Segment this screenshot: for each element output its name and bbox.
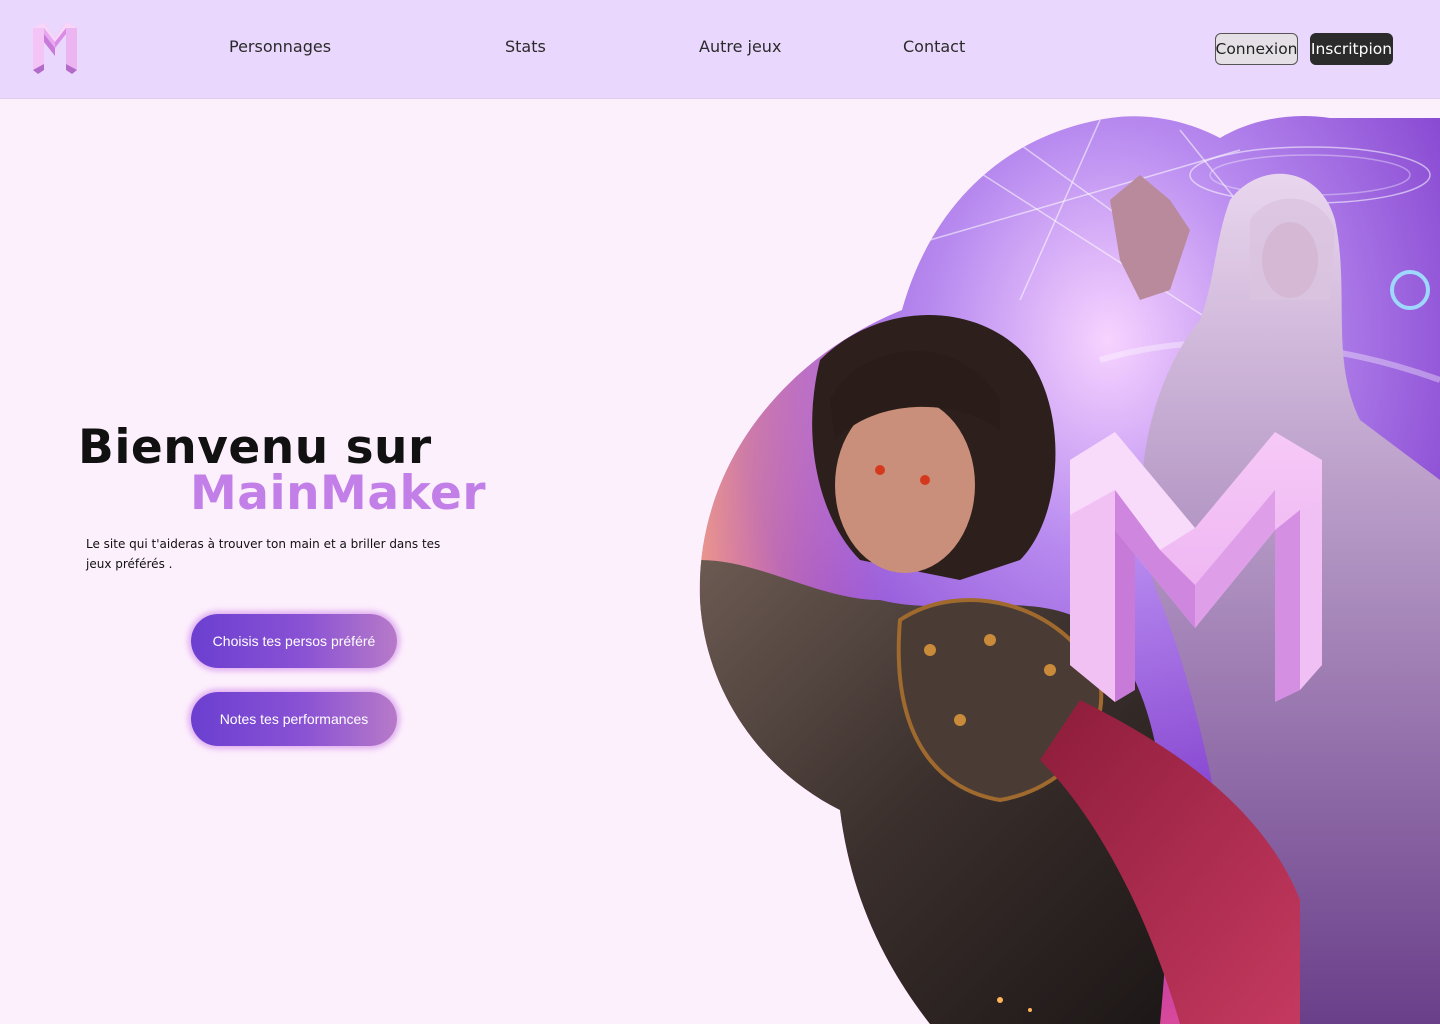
login-button[interactable]: Connexion — [1215, 33, 1298, 65]
hero-title-brand: MainMaker — [190, 466, 487, 521]
nav-contact[interactable]: Contact — [903, 37, 965, 56]
mainmaker-logo-icon[interactable] — [30, 20, 80, 74]
signup-button[interactable]: Inscritpion — [1310, 33, 1393, 65]
top-navbar: Personnages Stats Autre jeux Contact Con… — [0, 0, 1440, 99]
choose-characters-button[interactable]: Choisis tes persos préféré — [191, 614, 397, 668]
nav-stats[interactable]: Stats — [505, 37, 546, 56]
rate-performance-button[interactable]: Notes tes performances — [191, 692, 397, 746]
hero-subtitle: Le site qui t'aideras à trouver ton main… — [86, 537, 441, 571]
hero-m-logo-icon — [1070, 432, 1322, 702]
nav-autre-jeux[interactable]: Autre jeux — [699, 37, 781, 56]
nav-personnages[interactable]: Personnages — [229, 37, 331, 56]
page: Personnages Stats Autre jeux Contact Con… — [0, 0, 1440, 1024]
